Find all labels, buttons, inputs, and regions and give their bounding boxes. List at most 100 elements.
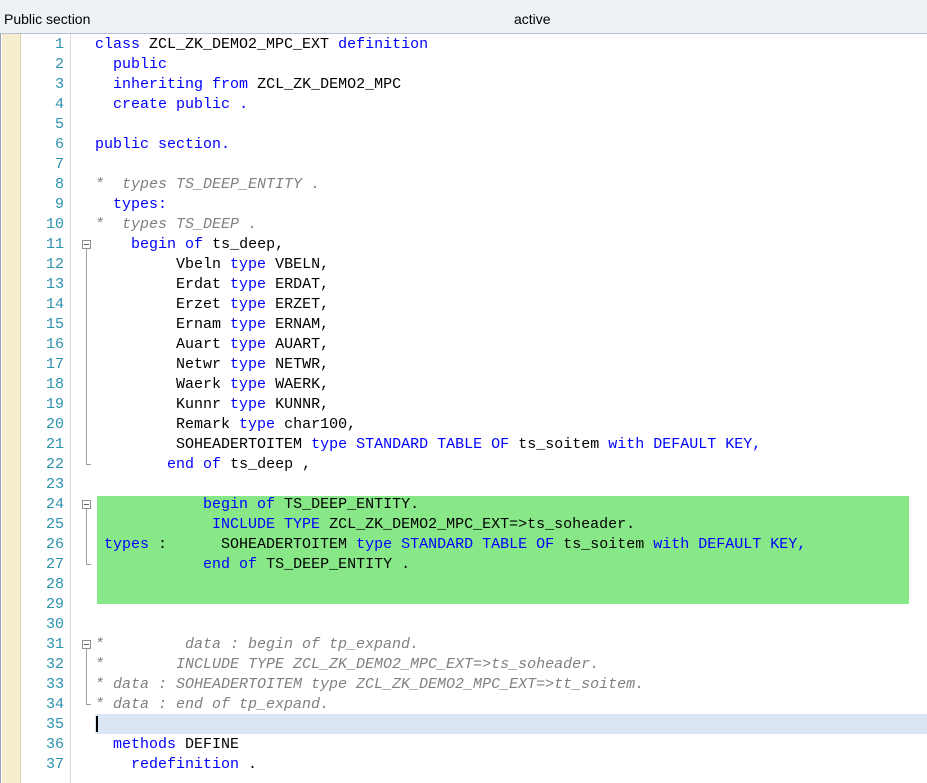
code-line[interactable]: Erzet type ERZET, — [95, 295, 329, 315]
line-number: 27 — [45, 556, 64, 573]
line-number: 8 — [54, 176, 64, 193]
code-line[interactable]: * data : begin of tp_expand. — [95, 635, 419, 655]
code-line[interactable]: * data : SOHEADERTOITEM type ZCL_ZK_DEMO… — [95, 675, 644, 695]
keyword-token: from — [212, 76, 249, 93]
code-line[interactable]: Waerk type WAERK, — [95, 375, 329, 395]
code-editor[interactable]: 1 2 3 4 5 6 7 8 9 10 11 12 13 14 15 16 17 18 19 20 21 22 23 24 2… — [0, 34, 927, 783]
line-number: 32 — [45, 656, 64, 673]
code-line[interactable]: begin of TS_DEEP_ENTITY. — [95, 495, 419, 515]
fold-gutter — [73, 34, 95, 783]
line-number: 35 — [45, 716, 64, 733]
code-line[interactable]: INCLUDE TYPE ZCL_ZK_DEMO2_MPC_EXT=>ts_so… — [95, 515, 635, 535]
line-number: 16 — [45, 336, 64, 353]
code-token: ERZET, — [275, 296, 330, 313]
code-line[interactable]: begin of ts_deep, — [95, 235, 284, 255]
code-line[interactable]: types: — [95, 195, 167, 215]
line-number: 4 — [54, 96, 64, 113]
code-token: ERNAM, — [275, 316, 330, 333]
code-line[interactable]: * types TS_DEEP . — [95, 215, 257, 235]
code-line[interactable]: methods DEFINE — [95, 735, 239, 755]
keyword-token: begin — [95, 236, 177, 253]
code-line[interactable]: Ernam type ERNAM, — [95, 315, 329, 335]
keyword-token: begin — [95, 496, 249, 513]
comment-token: * data : begin of tp_expand. — [95, 636, 420, 653]
activation-status: active — [514, 11, 551, 27]
keyword-token: type — [311, 436, 348, 453]
keyword-token: types — [95, 536, 150, 553]
keyword-token: OF — [491, 436, 510, 453]
code-line[interactable]: Auart type AUART, — [95, 335, 329, 355]
fold-collapse-icon[interactable] — [82, 640, 91, 649]
code-token: Erzet — [95, 296, 222, 313]
code-line[interactable]: Kunnr type KUNNR, — [95, 395, 329, 415]
section-label: Public section — [4, 11, 91, 27]
editor-margin-strip — [2, 34, 21, 783]
code-token: Waerk — [95, 376, 222, 393]
code-line[interactable]: SOHEADERTOITEM type STANDARD TABLE OF ts… — [95, 435, 761, 455]
keyword-token: redefinition — [95, 756, 240, 773]
keyword-token: KEY, — [725, 436, 762, 453]
line-number: 3 — [54, 76, 64, 93]
code-line[interactable]: create public . — [95, 95, 248, 115]
code-token: Erdat — [95, 276, 222, 293]
keyword-token: public — [176, 96, 231, 113]
code-line[interactable]: Netwr type NETWR, — [95, 355, 329, 375]
code-line[interactable]: class ZCL_ZK_DEMO2_MPC_EXT definition — [95, 35, 428, 55]
keyword-token: types: — [95, 196, 168, 213]
code-line[interactable]: * types TS_DEEP_ENTITY . — [95, 175, 320, 195]
line-number: 28 — [45, 576, 64, 593]
comment-token: * INCLUDE TYPE ZCL_ZK_DEMO2_MPC_EXT=>ts_… — [95, 656, 600, 673]
code-line[interactable]: end of TS_DEEP_ENTITY . — [95, 555, 410, 575]
code-token: AUART, — [275, 336, 330, 353]
code-line[interactable]: Erdat type ERDAT, — [95, 275, 329, 295]
code-line[interactable]: end of ts_deep , — [95, 455, 311, 475]
comment-token: * types TS_DEEP . — [95, 216, 258, 233]
code-token: ZCL_ZK_DEMO2_MPC — [257, 76, 402, 93]
keyword-token: OF — [536, 536, 555, 553]
comment-token: * types TS_DEEP_ENTITY . — [95, 176, 321, 193]
keyword-token: KEY, — [770, 536, 807, 553]
code-token: ZCL_ZK_DEMO2_MPC_EXT=>ts_soheader. — [329, 516, 636, 533]
keyword-token: TABLE — [482, 536, 528, 553]
code-token: TS_DEEP_ENTITY . — [266, 556, 411, 573]
code-token: ts_soitem — [563, 536, 645, 553]
comment-token: * data : end of tp_expand. — [95, 696, 330, 713]
keyword-token: type — [356, 536, 393, 553]
fold-collapse-icon[interactable] — [82, 240, 91, 249]
code-line[interactable]: * data : end of tp_expand. — [95, 695, 329, 715]
keyword-token: TABLE — [437, 436, 483, 453]
line-number: 29 — [45, 596, 64, 613]
code-line[interactable]: public section. — [95, 135, 230, 155]
line-number: 22 — [45, 456, 64, 473]
code-line[interactable]: types : SOHEADERTOITEM type STANDARD TAB… — [95, 535, 806, 555]
line-number-gutter: 1 2 3 4 5 6 7 8 9 10 11 12 13 14 15 16 17 18 19 20 21 22 23 24 2… — [21, 34, 71, 783]
keyword-token: methods — [95, 736, 177, 753]
fold-range-line — [86, 249, 87, 464]
line-number: 1 — [54, 36, 64, 53]
line-number: 13 — [45, 276, 64, 293]
line-number: 30 — [45, 616, 64, 633]
code-line[interactable]: inheriting from ZCL_ZK_DEMO2_MPC — [95, 75, 401, 95]
keyword-token: INCLUDE — [95, 516, 276, 533]
line-number: 21 — [45, 436, 64, 453]
keyword-token: create — [95, 96, 168, 113]
code-token: char100, — [284, 416, 357, 433]
fold-end-marker — [86, 464, 91, 465]
code-token: TS_DEEP_ENTITY. — [284, 496, 420, 513]
code-line[interactable]: * INCLUDE TYPE ZCL_ZK_DEMO2_MPC_EXT=>ts_… — [95, 655, 599, 675]
keyword-token: TYPE — [284, 516, 321, 533]
fold-collapse-icon[interactable] — [82, 500, 91, 509]
keyword-token: class — [95, 36, 141, 53]
keyword-token: public — [95, 136, 150, 153]
code-line[interactable]: Remark type char100, — [95, 415, 356, 435]
line-number: 12 — [45, 256, 64, 273]
code-line[interactable]: public — [95, 55, 167, 75]
code-line[interactable]: Vbeln type VBELN, — [95, 255, 329, 275]
fold-end-marker — [86, 704, 91, 705]
keyword-token: type — [230, 256, 267, 273]
line-number: 10 — [45, 216, 64, 233]
keyword-token: with — [608, 436, 645, 453]
code-line[interactable]: redefinition . — [95, 755, 257, 775]
code-token: Vbeln — [95, 256, 222, 273]
code-text-area[interactable]: class ZCL_ZK_DEMO2_MPC_EXT definition pu… — [95, 34, 927, 783]
